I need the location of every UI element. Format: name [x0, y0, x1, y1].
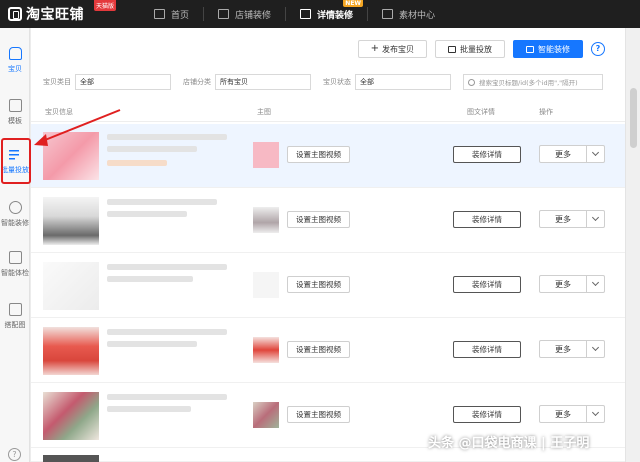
arrow-shaft	[39, 109, 121, 143]
annotation-arrow	[34, 109, 121, 146]
watermark-text: 头条 @口袋电商课 | 王子明	[428, 436, 590, 451]
arrow-head	[34, 134, 48, 146]
